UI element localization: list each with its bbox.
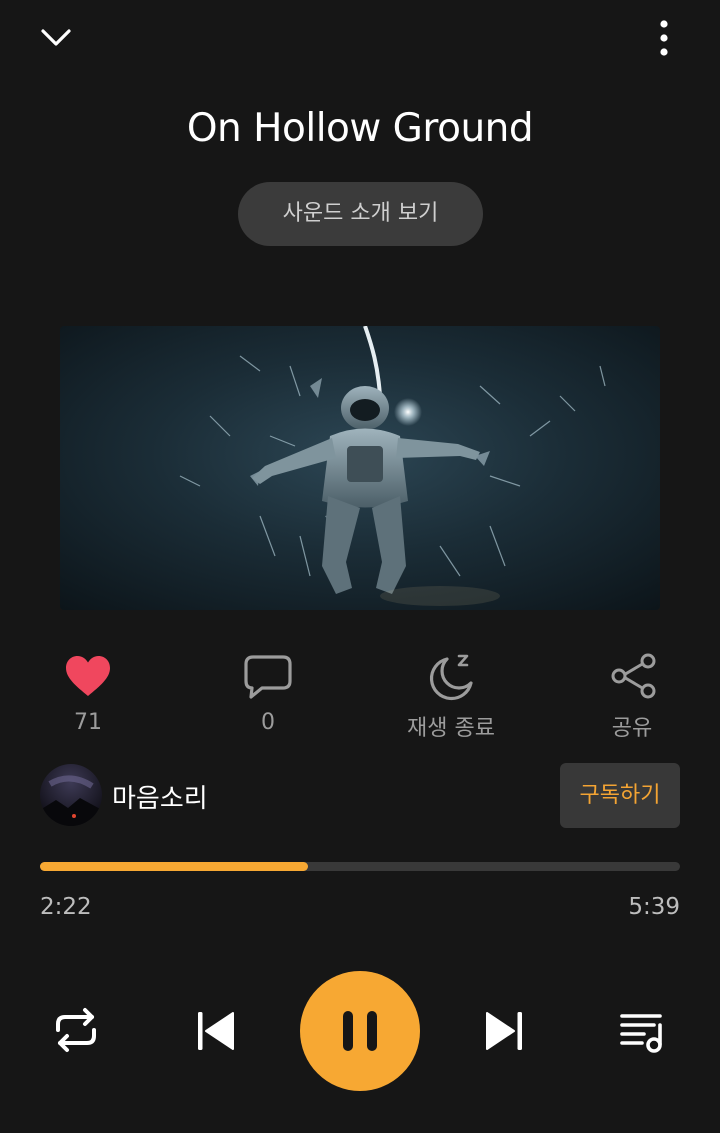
share-button[interactable]: 공유 — [562, 650, 702, 750]
seek-bar-progress — [40, 862, 309, 871]
cover-art — [60, 326, 660, 610]
repeat-button[interactable] — [48, 1002, 104, 1058]
playlist-icon — [620, 1014, 662, 1053]
share-icon — [611, 653, 656, 699]
track-title: On Hollow Ground — [186, 106, 534, 151]
repeat-icon — [56, 1008, 96, 1052]
like-button[interactable]: 71 — [18, 650, 158, 750]
skip-next-icon — [486, 1012, 522, 1050]
comment-icon — [244, 655, 292, 699]
comment-button[interactable]: 0 — [198, 650, 338, 750]
pause-button[interactable] — [300, 971, 420, 1091]
moon-zzz-icon — [429, 654, 473, 701]
share-label: 공유 — [611, 716, 653, 741]
chevron-down-icon — [41, 29, 71, 46]
comment-count: 0 — [261, 710, 275, 735]
elapsed-time: 2:22 — [40, 894, 92, 920]
view-sound-intro-button[interactable]: 사운드 소개 보기 — [238, 182, 483, 246]
sleep-timer-label: 재생 종료 — [407, 716, 495, 741]
sleep-timer-button[interactable]: 재생 종료 — [381, 650, 521, 750]
skip-previous-icon — [198, 1012, 234, 1050]
seek-bar[interactable] — [40, 862, 680, 871]
channel-info[interactable]: 마음소리 — [40, 764, 340, 826]
more-options-button[interactable] — [644, 16, 684, 60]
previous-track-button[interactable] — [190, 1004, 242, 1058]
top-bar — [0, 0, 720, 80]
playlist-button[interactable] — [614, 1004, 672, 1060]
next-track-button[interactable] — [478, 1004, 530, 1058]
heart-icon — [66, 656, 110, 696]
pause-icon — [343, 1011, 377, 1051]
total-time: 5:39 — [628, 894, 680, 920]
collapse-button[interactable] — [36, 20, 76, 56]
channel-name[interactable]: 마음소리 — [112, 778, 208, 815]
like-count: 71 — [74, 710, 102, 735]
subscribe-button[interactable]: 구독하기 — [560, 763, 680, 828]
more-vertical-icon — [660, 20, 668, 56]
channel-avatar[interactable] — [40, 764, 102, 826]
